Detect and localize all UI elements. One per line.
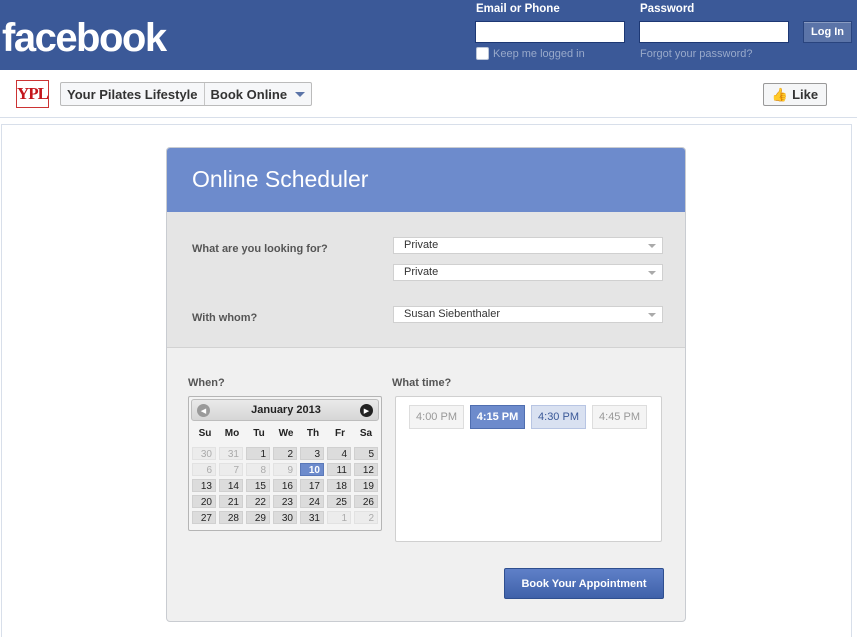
calendar-weekday: Tu [253,428,265,439]
password-label: Password [640,3,695,15]
calendar-weekday: Su [198,428,212,439]
chevron-down-icon [295,91,306,97]
calendar-day[interactable]: 8 [246,463,270,476]
calendar-day[interactable]: 20 [192,495,216,508]
book-appointment-button[interactable]: Book Your Appointment [504,568,664,599]
time-slot[interactable]: 4:30 PM [531,405,586,429]
when-label: When? [188,377,225,389]
page-name-bar: Your Pilates Lifestyle Book Online [60,82,313,106]
service-value: Private [404,266,439,278]
calendar-weekday: Mo [224,428,240,439]
calendar-day[interactable]: 12 [354,463,378,476]
calendar-day[interactable]: 22 [246,495,270,508]
calendar-day[interactable]: 2 [354,511,378,524]
calendar-day[interactable]: 30 [192,447,216,460]
calendar-day[interactable]: 3 [300,447,324,460]
looking-for-label: What are you looking for? [192,243,328,255]
service-section: What are you looking for? Private Privat… [167,212,685,348]
page-tab-dropdown[interactable]: Book Online [203,83,312,105]
calendar-day[interactable]: 31 [300,511,324,524]
time-slots: 4:00 PM 4:15 PM 4:30 PM 4:45 PM [395,396,662,542]
calendar-day[interactable]: 13 [192,479,216,492]
calendar-day[interactable]: 15 [246,479,270,492]
facebook-top-bar: facebook Email or Phone Password Keep me… [0,0,857,70]
calendar-day[interactable]: 10 [300,463,324,476]
calendar-day[interactable]: 28 [219,511,243,524]
next-month-icon[interactable]: ▶ [360,404,373,417]
calendar-day[interactable]: 5 [354,447,378,460]
calendar-day[interactable]: 11 [327,463,351,476]
like-label: Like [792,87,819,102]
calendar-month: January 2013 [251,404,321,416]
chevron-down-icon [648,244,656,248]
service-type-select[interactable]: Private [393,237,663,254]
time-slot[interactable]: 4:15 PM [470,405,525,429]
calendar-day[interactable]: 9 [273,463,297,476]
service-select[interactable]: Private [393,264,663,281]
calendar-day[interactable]: 7 [219,463,243,476]
scheduler-title: Online Scheduler [192,166,369,192]
page-tab-label: Book Online [210,86,288,102]
calendar-day[interactable]: 21 [219,495,243,508]
calendar-day[interactable]: 27 [192,511,216,524]
calendar-day[interactable]: 14 [219,479,243,492]
calendar-day[interactable]: 1 [327,511,351,524]
calendar-day[interactable]: 25 [327,495,351,508]
calendar-day[interactable]: 26 [354,495,378,508]
calendar-day[interactable]: 17 [300,479,324,492]
calendar-day[interactable]: 1 [246,447,270,460]
password-field[interactable] [639,21,789,43]
page-logo[interactable]: YPL [16,80,49,108]
time-slot[interactable]: 4:45 PM [592,405,647,429]
online-scheduler: Online Scheduler What are you looking fo… [166,147,686,622]
calendar-header: ◀ January 2013 ▶ [191,399,379,421]
calendar-weekday: Sa [359,428,373,439]
calendar-weekday: We [278,428,294,439]
calendar-day[interactable]: 24 [300,495,324,508]
chevron-down-icon [648,271,656,275]
keep-logged-in[interactable]: Keep me logged in [476,47,585,60]
staff-select[interactable]: Susan Siebenthaler [393,306,663,323]
calendar-day[interactable]: 6 [192,463,216,476]
page-name-link[interactable]: Your Pilates Lifestyle [61,83,204,105]
service-type-value: Private [404,239,439,251]
scheduler-header: Online Scheduler [167,148,685,212]
calendar-day[interactable]: 31 [219,447,243,460]
calendar-weekday: Th [306,428,320,439]
calendar-weekday: Fr [335,428,345,439]
forgot-password-link[interactable]: Forgot your password? [640,48,753,60]
login-button[interactable]: Log In [803,21,852,43]
facebook-logo[interactable]: facebook [2,14,167,62]
what-time-label: What time? [392,377,452,389]
email-field[interactable] [475,21,625,43]
like-button[interactable]: 👍 Like [763,83,827,106]
keep-logged-in-label: Keep me logged in [493,47,585,60]
with-whom-label: With whom? [192,312,258,324]
date-picker: ◀ January 2013 ▶ Su Mo Tu We Th Fr Sa 30 31 1 2 3 4 5… [188,396,382,531]
calendar-day[interactable]: 19 [354,479,378,492]
email-label: Email or Phone [476,3,560,15]
calendar-day[interactable]: 30 [273,511,297,524]
page-header: YPL Your Pilates Lifestyle Book Online 👍… [0,70,857,118]
keep-logged-in-checkbox[interactable] [476,47,489,60]
chevron-down-icon [648,313,656,317]
calendar-day[interactable]: 23 [273,495,297,508]
calendar-day[interactable]: 18 [327,479,351,492]
calendar-day[interactable]: 4 [327,447,351,460]
calendar-day[interactable]: 2 [273,447,297,460]
staff-value: Susan Siebenthaler [404,308,501,320]
calendar-day[interactable]: 16 [273,479,297,492]
time-slot[interactable]: 4:00 PM [409,405,464,429]
calendar-day[interactable]: 29 [246,511,270,524]
thumbs-up-icon: 👍 [771,86,789,102]
